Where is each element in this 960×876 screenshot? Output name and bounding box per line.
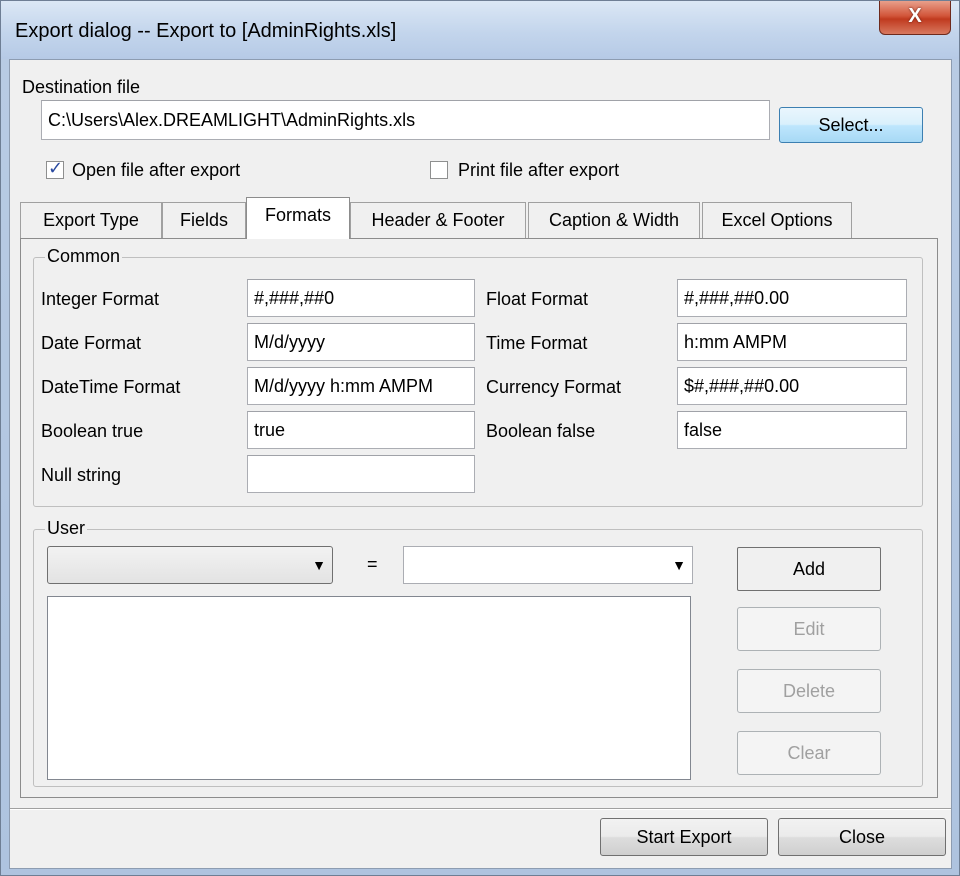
tab-label: Formats	[264, 205, 331, 225]
tab-excel-options[interactable]: Excel Options	[702, 202, 852, 238]
null-string-input[interactable]	[247, 455, 475, 493]
tab-label: Fields	[179, 210, 228, 230]
tab-fields[interactable]: Fields	[162, 202, 246, 238]
destination-file-input[interactable]: C:\Users\Alex.DREAMLIGHT\AdminRights.xls	[41, 100, 770, 140]
boolean-false-input[interactable]: false	[677, 411, 907, 449]
tab-export-type[interactable]: Export Type	[20, 202, 162, 238]
tab-caption-width[interactable]: Caption & Width	[528, 202, 700, 238]
print-after-export-checkbox[interactable]	[430, 161, 448, 179]
window-title: Export dialog -- Export to [AdminRights.…	[15, 20, 397, 42]
time-format-input[interactable]: h:mm AMPM	[677, 323, 907, 361]
datetime-format-label: DateTime Format	[41, 377, 181, 397]
footer-separator	[10, 808, 951, 810]
close-button[interactable]: Close	[778, 818, 946, 856]
tab-formats[interactable]: Formats	[246, 197, 350, 239]
close-window-button[interactable]: X	[879, 1, 951, 35]
equals-sign: =	[367, 554, 378, 574]
date-format-input[interactable]: M/d/yyyy	[247, 323, 475, 361]
destination-file-label: Destination file	[22, 77, 141, 97]
clear-button[interactable]: Clear	[737, 731, 881, 775]
integer-format-label: Integer Format	[41, 289, 160, 309]
currency-format-label: Currency Format	[486, 377, 622, 397]
title-bar[interactable]: Export dialog -- Export to [AdminRights.…	[1, 1, 959, 59]
boolean-true-input[interactable]: true	[247, 411, 475, 449]
currency-format-input[interactable]: $#,###,##0.00	[677, 367, 907, 405]
common-group-title: Common	[45, 246, 123, 267]
delete-button[interactable]: Delete	[737, 669, 881, 713]
float-format-input[interactable]: #,###,##0.00	[677, 279, 907, 317]
tab-label: Header & Footer	[371, 210, 505, 230]
boolean-false-label: Boolean false	[486, 421, 596, 441]
integer-format-input[interactable]: #,###,##0	[247, 279, 475, 317]
select-file-button[interactable]: Select...	[779, 107, 923, 143]
open-after-export-label: Open file after export	[72, 160, 241, 180]
chevron-down-icon: ▼	[672, 557, 686, 573]
user-group-title: User	[45, 518, 88, 539]
float-format-label: Float Format	[486, 289, 589, 309]
edit-button[interactable]: Edit	[737, 607, 881, 651]
date-format-label: Date Format	[41, 333, 142, 353]
time-format-label: Time Format	[486, 333, 588, 353]
user-field-combo[interactable]: ▼	[47, 546, 333, 584]
tab-label: Export Type	[43, 210, 139, 230]
tab-label: Excel Options	[721, 210, 833, 230]
close-icon: X	[908, 5, 922, 27]
user-format-list[interactable]	[47, 596, 691, 780]
print-after-export-label: Print file after export	[458, 160, 620, 180]
open-after-export-checkbox[interactable]	[46, 158, 64, 179]
add-button[interactable]: Add	[737, 547, 881, 591]
export-dialog-window: Export dialog -- Export to [AdminRights.…	[0, 0, 960, 876]
boolean-true-label: Boolean true	[41, 421, 144, 441]
chevron-down-icon: ▼	[312, 557, 326, 573]
formats-tab-panel: Common Integer Format #,###,##0 Float Fo…	[20, 238, 938, 798]
null-string-label: Null string	[41, 465, 122, 485]
tab-label: Caption & Width	[548, 210, 680, 230]
datetime-format-input[interactable]: M/d/yyyy h:mm AMPM	[247, 367, 475, 405]
tab-header-footer[interactable]: Header & Footer	[350, 202, 526, 238]
start-export-button[interactable]: Start Export	[600, 818, 768, 856]
user-value-combo[interactable]: ▼	[403, 546, 693, 584]
dialog-client-area: Destination file C:\Users\Alex.DREAMLIGH…	[9, 59, 952, 869]
